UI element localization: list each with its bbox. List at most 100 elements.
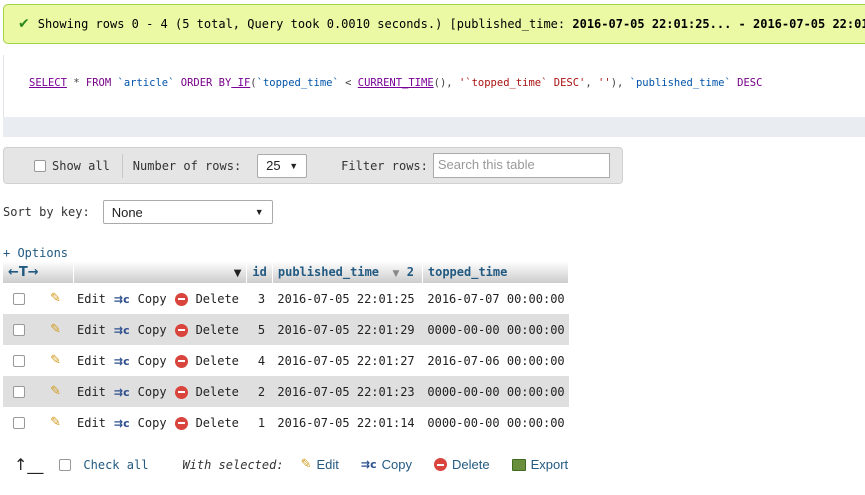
check-all-checkbox[interactable] [59, 458, 72, 471]
delete-icon[interactable] [174, 323, 188, 337]
row-copy-icon-cell[interactable]: ⇉c [109, 283, 134, 314]
row-checkbox[interactable] [13, 355, 25, 367]
bulk-export-button[interactable]: Export [511, 457, 568, 472]
row-checkbox-cell[interactable] [3, 407, 37, 438]
column-header-topped-time[interactable]: topped_time [422, 261, 570, 283]
row-delete-icon-cell[interactable] [170, 407, 192, 438]
cell-published-time[interactable]: 2016-07-05 22:01:27 [272, 345, 423, 376]
row-delete-link[interactable]: Delete [191, 345, 247, 376]
row-checkbox-cell[interactable] [3, 376, 37, 407]
column-menu-icon[interactable]: ▼ [234, 268, 242, 279]
row-checkbox-cell[interactable] [3, 283, 37, 314]
row-checkbox[interactable] [13, 293, 25, 305]
column-resize-header[interactable]: ←T→ [3, 261, 74, 283]
actions-header[interactable]: ▼ [73, 261, 248, 283]
row-copy-icon-cell[interactable]: ⇉c [109, 314, 134, 345]
check-all-link[interactable]: Check all [83, 458, 148, 472]
delete-icon [434, 458, 448, 471]
row-checkbox[interactable] [13, 417, 25, 429]
row-edit-link[interactable]: Edit [73, 345, 110, 376]
row-edit-icon-cell[interactable]: ✎ [36, 314, 73, 345]
bulk-copy-button[interactable]: ⇉c Copy [361, 457, 412, 472]
pencil-icon: ✎ [300, 457, 312, 472]
row-edit-link[interactable]: Edit [73, 314, 110, 345]
sql-from-keyword: FROM [85, 77, 112, 89]
pencil-icon[interactable]: ✎ [50, 384, 61, 399]
copy-icon[interactable]: ⇉c [114, 293, 130, 306]
row-edit-icon-cell[interactable]: ✎ [36, 283, 73, 314]
copy-icon[interactable]: ⇉c [114, 386, 130, 399]
row-delete-link[interactable]: Delete [191, 407, 247, 438]
row-delete-icon-cell[interactable] [170, 283, 192, 314]
row-delete-icon-cell[interactable] [170, 345, 192, 376]
cell-published-time[interactable]: 2016-07-05 22:01:29 [272, 314, 423, 345]
rows-per-page-select[interactable]: 25 ▼ [257, 153, 308, 178]
row-copy-link[interactable]: Copy [133, 345, 171, 376]
sql-select-keyword[interactable]: SELECT [29, 77, 67, 89]
cell-id[interactable]: 1 [246, 407, 273, 438]
options-link[interactable]: + Options [3, 246, 68, 260]
sort-by-key-select[interactable]: None ▼ [102, 200, 273, 224]
sql-string-2: '' [598, 77, 611, 89]
copy-icon[interactable]: ⇉c [114, 417, 130, 430]
pencil-icon[interactable]: ✎ [50, 415, 61, 430]
row-edit-icon-cell[interactable]: ✎ [36, 345, 73, 376]
row-copy-link[interactable]: Copy [133, 314, 171, 345]
cell-topped-time[interactable]: 2016-07-07 00:00:00 [422, 283, 569, 314]
pencil-icon[interactable]: ✎ [50, 322, 61, 337]
cell-published-time[interactable]: 2016-07-05 22:01:23 [272, 376, 423, 407]
filter-rows-input[interactable]: Search this table [432, 153, 610, 178]
row-delete-link[interactable]: Delete [191, 376, 247, 407]
row-edit-icon-cell[interactable]: ✎ [36, 376, 73, 407]
copy-icon[interactable]: ⇉c [114, 324, 130, 337]
row-edit-link[interactable]: Edit [73, 407, 110, 438]
cell-published-time[interactable]: 2016-07-05 22:01:14 [272, 407, 423, 438]
cell-topped-time[interactable]: 0000-00-00 00:00:00 [422, 407, 569, 438]
row-delete-icon-cell[interactable] [170, 314, 192, 345]
delete-icon[interactable] [174, 354, 188, 368]
show-all-toggle[interactable]: Show all [34, 159, 110, 173]
pencil-icon[interactable]: ✎ [50, 353, 61, 368]
copy-icon[interactable]: ⇉c [114, 355, 130, 368]
row-copy-link[interactable]: Copy [133, 376, 171, 407]
column-header-published-time[interactable]: published_time ▼ 2 [272, 261, 423, 283]
resize-arrows-icon[interactable]: ←T→ [8, 265, 39, 280]
row-copy-icon-cell[interactable]: ⇉c [109, 407, 134, 438]
row-edit-link[interactable]: Edit [73, 283, 110, 314]
delete-icon[interactable] [174, 416, 188, 430]
row-copy-link[interactable]: Copy [133, 283, 171, 314]
row-edit-link[interactable]: Edit [73, 376, 110, 407]
cell-id[interactable]: 3 [246, 283, 273, 314]
delete-icon[interactable] [174, 292, 188, 306]
sql-current-time-function[interactable]: CURRENT_TIME [358, 77, 434, 89]
cell-published-time[interactable]: 2016-07-05 22:01:25 [272, 283, 423, 314]
cell-id[interactable]: 5 [246, 314, 273, 345]
pencil-icon[interactable]: ✎ [50, 291, 61, 306]
row-checkbox-cell[interactable] [3, 345, 37, 376]
row-checkbox[interactable] [13, 324, 25, 336]
row-edit-icon-cell[interactable]: ✎ [36, 407, 73, 438]
bulk-edit-button[interactable]: ✎ Edit [301, 457, 339, 472]
dropdown-arrow-icon: ▼ [289, 160, 299, 171]
row-checkbox-cell[interactable] [3, 314, 37, 345]
column-header-id[interactable]: id [246, 261, 273, 283]
row-copy-link[interactable]: Copy [133, 407, 171, 438]
row-delete-icon-cell[interactable] [170, 376, 192, 407]
sql-string-1: '`topped_time` DESC' [458, 77, 586, 89]
row-delete-link[interactable]: Delete [191, 314, 247, 345]
show-all-checkbox[interactable] [34, 159, 46, 172]
row-copy-icon-cell[interactable]: ⇉c [109, 376, 134, 407]
bulk-delete-button[interactable]: Delete [434, 457, 490, 472]
sql-if-function[interactable]: IF [231, 77, 251, 89]
cell-id[interactable]: 4 [246, 345, 273, 376]
row-checkbox[interactable] [13, 386, 25, 398]
delete-icon[interactable] [174, 385, 188, 399]
row-delete-link[interactable]: Delete [191, 283, 247, 314]
rows-label: Number of rows: [132, 158, 242, 173]
cell-topped-time[interactable]: 0000-00-00 00:00:00 [422, 376, 569, 407]
cell-topped-time[interactable]: 2016-07-06 00:00:00 [422, 345, 569, 376]
cell-id[interactable]: 2 [246, 376, 273, 407]
row-copy-icon-cell[interactable]: ⇉c [109, 345, 134, 376]
cell-topped-time[interactable]: 0000-00-00 00:00:00 [422, 314, 569, 345]
sql-query[interactable]: SELECT * FROM `article` ORDER BY IF(`top… [3, 55, 865, 117]
